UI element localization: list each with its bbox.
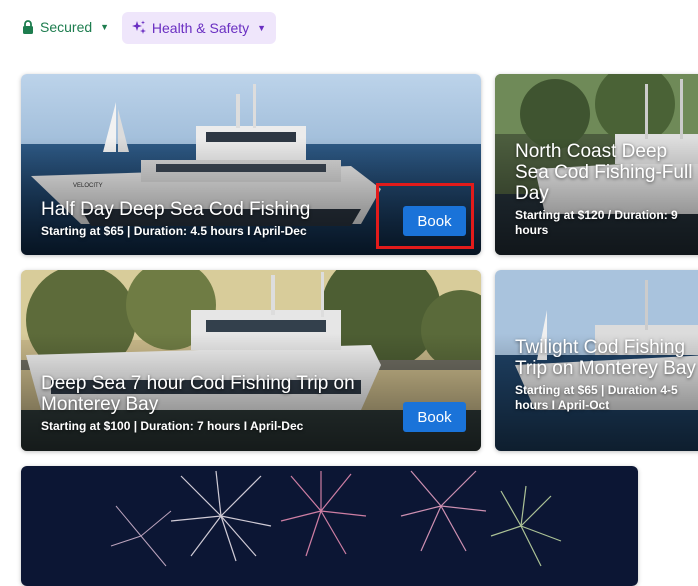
fireworks-photo: [21, 466, 638, 586]
book-button[interactable]: Book: [403, 402, 466, 432]
book-button[interactable]: Book: [403, 206, 466, 236]
chevron-down-icon: ▼: [100, 22, 110, 32]
tour-card-fireworks[interactable]: [21, 466, 638, 586]
tour-card-seven-hour[interactable]: Deep Sea 7 hour Cod Fishing Trip on Mont…: [21, 270, 481, 451]
tour-card-north-coast[interactable]: North Coast Deep Sea Cod Fishing-Full Da…: [495, 74, 698, 255]
health-safety-label: Health & Safety: [151, 20, 250, 36]
health-safety-dropdown[interactable]: Health & Safety ▼: [122, 12, 276, 44]
tour-subtitle: Starting at $120 / Duration: 9 hours: [515, 208, 678, 237]
tour-subtitle: Starting at $65 | Duration: 4.5 hours I …: [41, 224, 307, 238]
tour-card-half-day[interactable]: VELOCITY Half Day Deep Sea Cod Fishing S…: [21, 74, 481, 255]
tour-title: Half Day Deep Sea Cod Fishing: [41, 199, 311, 220]
chevron-down-icon: ▼: [257, 23, 267, 33]
tour-title: North Coast Deep Sea Cod Fishing-Full Da…: [515, 141, 693, 204]
tour-card-twilight[interactable]: Twilight Cod Fishing Trip on Monterey Ba…: [495, 270, 698, 451]
tour-subtitle: Starting at $65 | Duration 4-5 hours I A…: [515, 383, 678, 412]
tour-title: Deep Sea 7 hour Cod Fishing Trip on Mont…: [41, 373, 355, 415]
secured-dropdown[interactable]: Secured ▼: [22, 12, 109, 42]
tour-title: Twilight Cod Fishing Trip on Monterey Ba…: [515, 337, 696, 379]
secured-label: Secured: [40, 19, 93, 35]
lock-icon: [22, 20, 34, 34]
sparkle-icon: [131, 20, 146, 37]
tour-subtitle: Starting at $100 | Duration: 7 hours I A…: [41, 419, 304, 433]
